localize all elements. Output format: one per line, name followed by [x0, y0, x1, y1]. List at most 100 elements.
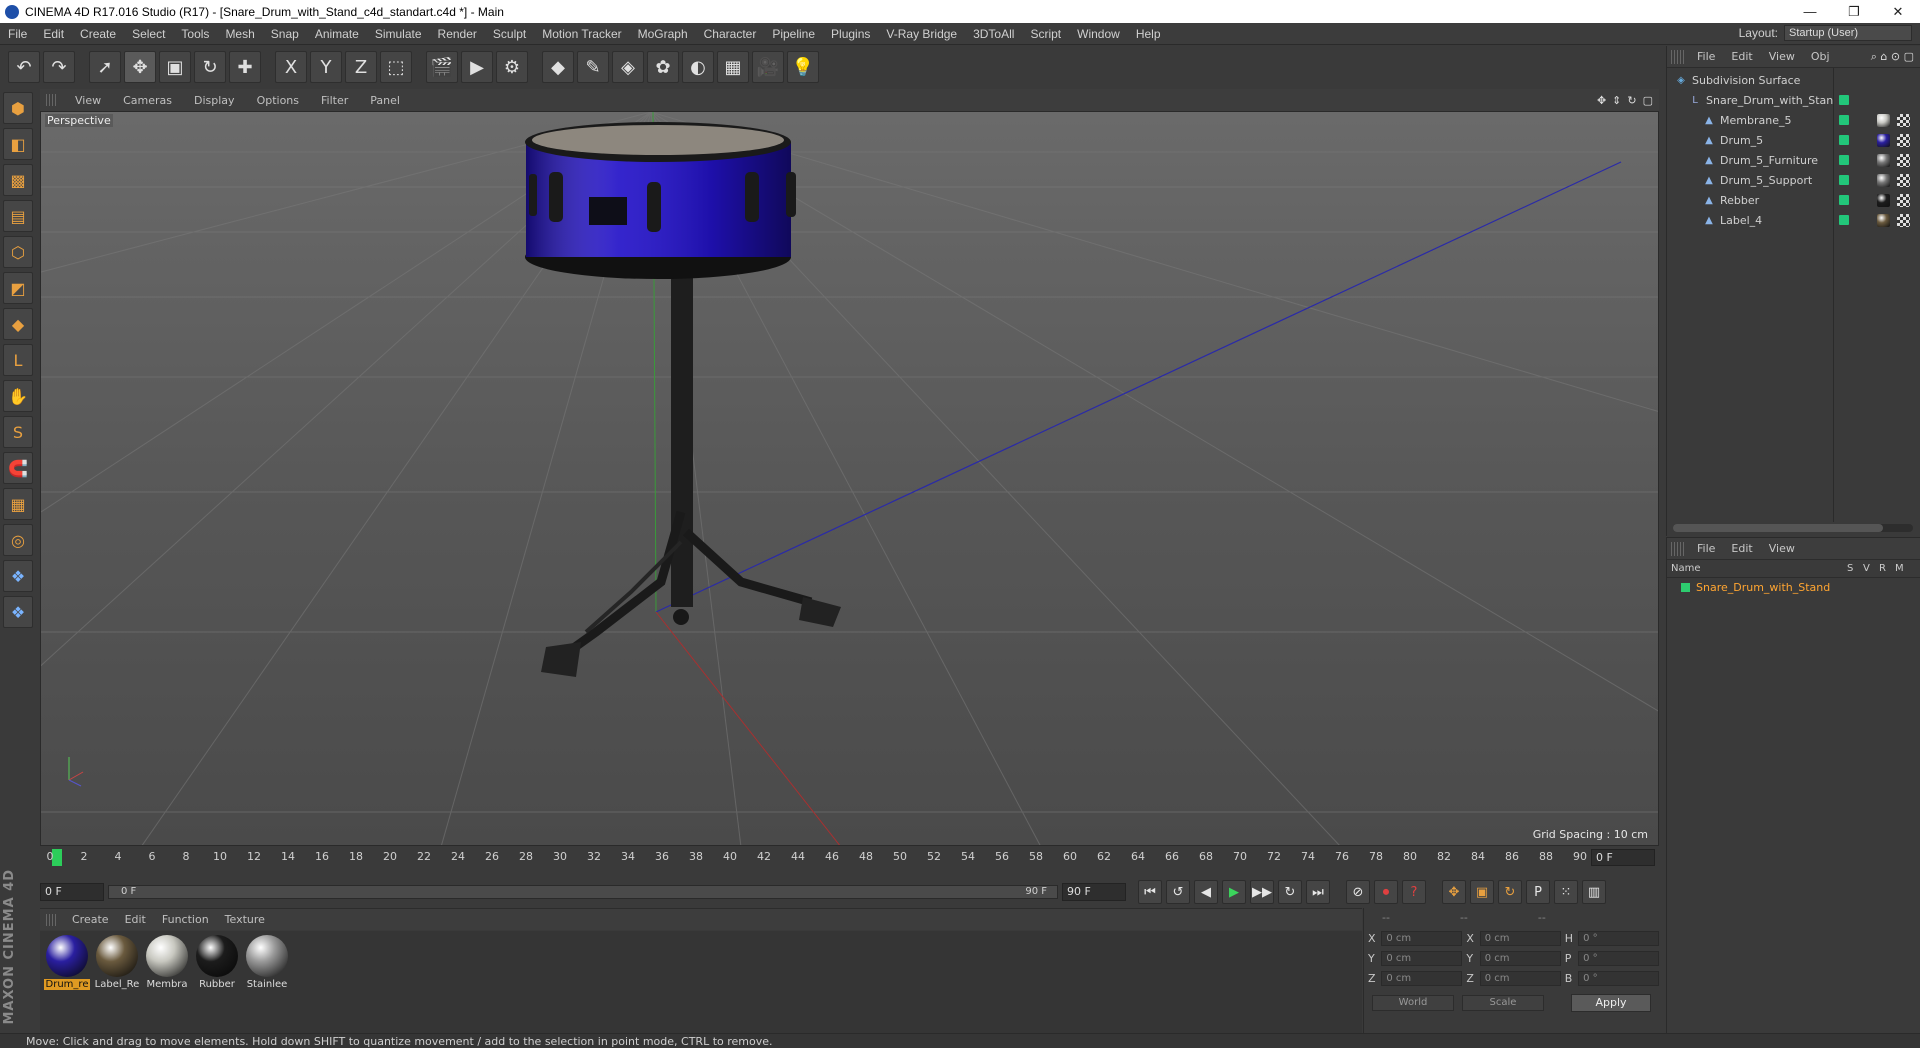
- texture-tag-icon[interactable]: [1897, 153, 1910, 167]
- world-dropdown[interactable]: World: [1372, 995, 1454, 1011]
- orbit-icon[interactable]: ↻: [1627, 94, 1636, 107]
- make-editable-icon[interactable]: ⬢: [3, 92, 33, 124]
- redo-icon[interactable]: ↷: [43, 51, 75, 83]
- object-menu-view[interactable]: View: [1761, 50, 1803, 63]
- subdivision-icon[interactable]: ◈: [612, 51, 644, 83]
- auto-key-icon[interactable]: ?: [1402, 880, 1426, 904]
- viewport-menu-view[interactable]: View: [64, 94, 112, 107]
- workplane-snap-icon[interactable]: ◎: [3, 524, 33, 556]
- material-tag-icon[interactable]: [1877, 193, 1890, 207]
- object-row[interactable]: ▲ Membrane_5: [1667, 110, 1920, 130]
- menu-motion-tracker[interactable]: Motion Tracker: [534, 27, 629, 41]
- object-row[interactable]: ◈ Subdivision Surface: [1667, 70, 1920, 90]
- visibility-enabled-icon[interactable]: [1839, 175, 1849, 185]
- menu-select[interactable]: Select: [124, 27, 173, 41]
- visibility-enabled-icon[interactable]: [1839, 135, 1849, 145]
- scale-key-icon[interactable]: ▣: [1470, 880, 1494, 904]
- menu-v-ray-bridge[interactable]: V-Ray Bridge: [878, 27, 965, 41]
- polygons-mode-icon[interactable]: ◆: [3, 308, 33, 340]
- material-swatch[interactable]: Rubber: [194, 935, 240, 1029]
- python-icon[interactable]: ❖: [3, 560, 33, 592]
- axis-mode-icon[interactable]: L: [3, 344, 33, 376]
- size-field[interactable]: 0 cm: [1479, 930, 1561, 946]
- minimize-button[interactable]: —: [1788, 0, 1832, 23]
- rotation-field[interactable]: 0 °: [1578, 970, 1660, 986]
- menu-sculpt[interactable]: Sculpt: [485, 27, 534, 41]
- x-axis-icon[interactable]: X: [275, 51, 307, 83]
- menu-script[interactable]: Script: [1022, 27, 1069, 41]
- position-field[interactable]: 0 cm: [1381, 970, 1463, 986]
- param-key-icon[interactable]: P: [1526, 880, 1550, 904]
- render-view-icon[interactable]: 🎬: [426, 51, 458, 83]
- texture-mode-icon[interactable]: ▩: [3, 164, 33, 196]
- apply-button[interactable]: Apply: [1571, 994, 1651, 1012]
- menu-snap[interactable]: Snap: [263, 27, 307, 41]
- scrollbar-thumb[interactable]: [1673, 524, 1883, 532]
- y-axis-icon[interactable]: Y: [310, 51, 342, 83]
- position-field[interactable]: 0 cm: [1381, 930, 1463, 946]
- menu-mograph[interactable]: MoGraph: [630, 27, 696, 41]
- object-horizontal-scrollbar[interactable]: [1673, 524, 1913, 532]
- menu-create[interactable]: Create: [72, 27, 124, 41]
- visibility-enabled-icon[interactable]: [1839, 95, 1849, 105]
- deformer-icon[interactable]: ◐: [682, 51, 714, 83]
- material-swatch[interactable]: Stainlee: [244, 935, 290, 1029]
- material-menu-create[interactable]: Create: [64, 913, 117, 926]
- scale-dropdown[interactable]: Scale: [1462, 995, 1544, 1011]
- texture-tag-icon[interactable]: [1897, 113, 1910, 127]
- material-tag-icon[interactable]: [1877, 213, 1890, 227]
- layout-dropdown[interactable]: Startup (User): [1784, 25, 1912, 41]
- render-settings-icon[interactable]: ⚙: [496, 51, 528, 83]
- menu-mesh[interactable]: Mesh: [217, 27, 262, 41]
- step-back-icon[interactable]: ◀: [1194, 880, 1218, 904]
- object-menu-edit[interactable]: Edit: [1723, 50, 1760, 63]
- object-row[interactable]: ▲ Drum_5_Support: [1667, 170, 1920, 190]
- render-picture-viewer-icon[interactable]: ▶: [461, 51, 493, 83]
- visibility-enabled-icon[interactable]: [1839, 155, 1849, 165]
- edges-mode-icon[interactable]: ◩: [3, 272, 33, 304]
- cube-icon[interactable]: ◆: [542, 51, 574, 83]
- menu-simulate[interactable]: Simulate: [367, 27, 430, 41]
- grid-snap-icon[interactable]: ▦: [3, 488, 33, 520]
- material-tag-icon[interactable]: [1877, 173, 1890, 187]
- move-icon[interactable]: ✥: [124, 51, 156, 83]
- size-field[interactable]: 0 cm: [1479, 970, 1561, 986]
- perspective-viewport[interactable]: Perspective Grid Spacing : 10 cm: [40, 111, 1659, 846]
- python-2-icon[interactable]: ❖: [3, 596, 33, 628]
- pen-icon[interactable]: ✎: [577, 51, 609, 83]
- viewport-menu-panel[interactable]: Panel: [359, 94, 411, 107]
- mograph-cloner-icon[interactable]: ✿: [647, 51, 679, 83]
- close-button[interactable]: ✕: [1876, 0, 1920, 23]
- z-axis-icon[interactable]: Z: [345, 51, 377, 83]
- rotate-icon[interactable]: ↻: [194, 51, 226, 83]
- model-mode-icon[interactable]: ◧: [3, 128, 33, 160]
- tweak-mode-icon[interactable]: ✋: [3, 380, 33, 412]
- transform-icon[interactable]: ✚: [229, 51, 261, 83]
- search-icon[interactable]: ⌕ ⌂ ⊙ ▢: [1871, 50, 1914, 64]
- viewport-camera-label[interactable]: Perspective: [45, 114, 113, 127]
- move-key-icon[interactable]: ✥: [1442, 880, 1466, 904]
- menu-edit[interactable]: Edit: [35, 27, 72, 41]
- layer-menu-file[interactable]: File: [1689, 542, 1723, 555]
- play-icon[interactable]: ▶: [1222, 880, 1246, 904]
- object-row[interactable]: L Snare_Drum_with_Stan: [1667, 90, 1920, 110]
- material-swatch[interactable]: Label_Re: [94, 935, 140, 1029]
- texture-tag-icon[interactable]: [1897, 133, 1910, 147]
- viewport-menu-display[interactable]: Display: [183, 94, 246, 107]
- size-field[interactable]: 0 cm: [1479, 950, 1561, 966]
- restore-button[interactable]: ❐: [1832, 0, 1876, 23]
- position-field[interactable]: 0 cm: [1381, 950, 1463, 966]
- go-to-start-icon[interactable]: ⏮: [1138, 880, 1162, 904]
- visibility-enabled-icon[interactable]: [1839, 115, 1849, 125]
- viewport-menu-cameras[interactable]: Cameras: [112, 94, 183, 107]
- object-row[interactable]: ▲ Drum_5_Furniture: [1667, 150, 1920, 170]
- points-mode-icon[interactable]: ⬡: [3, 236, 33, 268]
- menu-help[interactable]: Help: [1128, 27, 1169, 41]
- material-menu-texture[interactable]: Texture: [217, 913, 273, 926]
- previous-key-icon[interactable]: ↺: [1166, 880, 1190, 904]
- undo-icon[interactable]: ↶: [8, 51, 40, 83]
- menu-tools[interactable]: Tools: [173, 27, 217, 41]
- current-frame-field[interactable]: 0 F: [1591, 849, 1655, 866]
- material-tag-icon[interactable]: [1877, 133, 1890, 147]
- menu-pipeline[interactable]: Pipeline: [764, 27, 823, 41]
